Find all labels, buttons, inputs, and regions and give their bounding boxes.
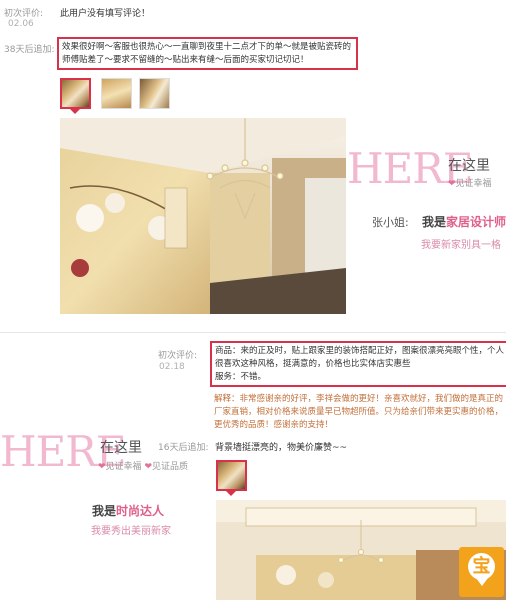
zaizheli-text-2: 在这里: [100, 440, 142, 456]
heart-icon: ❤: [98, 462, 106, 472]
selected-thumbnail-arrow: [70, 109, 80, 114]
append-review-line-1: 效果很好啊～客服也很热心～一直聊到夜里十二点才下的单～就是被贴瓷砖的: [62, 42, 352, 52]
ad-customer-name: 张小姐:: [372, 216, 409, 229]
append-review-box: 效果很好啊～客服也很热心～一直聊到夜里十二点才下的单～就是被贴瓷砖的 师傅贴差了…: [57, 37, 358, 70]
review-goods-line-1: 商品：来的正及时，贴上跟家里的装饰搭配正好，图案很漂亮亮眼个性，个人: [215, 346, 505, 356]
initial-review-box-2: 商品：来的正及时，贴上跟家里的装饰搭配正好，图案很漂亮亮眼个性，个人 很喜欢这种…: [210, 341, 506, 387]
ad-slogan: 我要新家别具一格: [421, 240, 501, 251]
review-divider: [0, 332, 506, 333]
heart-icon: ❤: [144, 462, 152, 472]
witness-happiness: ❤见证幸福: [448, 179, 492, 189]
heart-icon: ❤: [448, 179, 456, 189]
review-goods-line-2: 很喜欢这种风格，挺满意的，价格也比实体店实惠些: [215, 359, 411, 369]
review2-thumbnail-1[interactable]: [216, 460, 247, 491]
initial-review-label-2: 初次评价:: [158, 351, 198, 361]
witness-labels: ❤见证幸福 ❤见证品质: [98, 462, 188, 472]
ad-slogan-2: 我要秀出美丽新家: [91, 526, 171, 537]
append-review-line-2: 师傅贴差了～要求不留缝的～贴出来有缝～后面的买家切记切记！: [62, 55, 309, 65]
review-thumbnail-2[interactable]: [101, 78, 132, 109]
append-review-label: 38天后追加:: [4, 45, 55, 55]
seller-explanation: 解释：非常感谢亲的好评，李祥会做的更好！亲喜欢就好，我们做的是真正的 厂家直销，…: [214, 394, 504, 430]
append-review-label-2: 16天后追加:: [158, 443, 209, 453]
initial-review-date-2: 02.18: [159, 362, 185, 372]
selected-thumbnail-arrow-2: [226, 491, 236, 496]
initial-review-date: 02.06: [8, 19, 34, 29]
zaizheli-text: 在这里: [448, 158, 490, 174]
living-room-photo: [60, 118, 346, 314]
append-review-text-2: 背景墙挺漂亮的，物美价廉赞~~: [215, 443, 348, 453]
initial-review-text: 此用户没有填写评论！: [60, 9, 151, 19]
ad-title-2: 我是时尚达人: [92, 504, 165, 518]
review-thumbnail-1[interactable]: [60, 78, 91, 109]
treasure-badge[interactable]: 宝: [459, 547, 504, 597]
review-service-line: 服务：不错。: [215, 372, 267, 382]
initial-review-label: 初次评价:: [4, 9, 44, 19]
ad-title: 我是家居设计师: [422, 215, 506, 229]
review-thumbnail-3[interactable]: [139, 78, 170, 109]
treasure-badge-icon: 宝: [468, 553, 495, 580]
review-photo-1[interactable]: [60, 118, 346, 314]
